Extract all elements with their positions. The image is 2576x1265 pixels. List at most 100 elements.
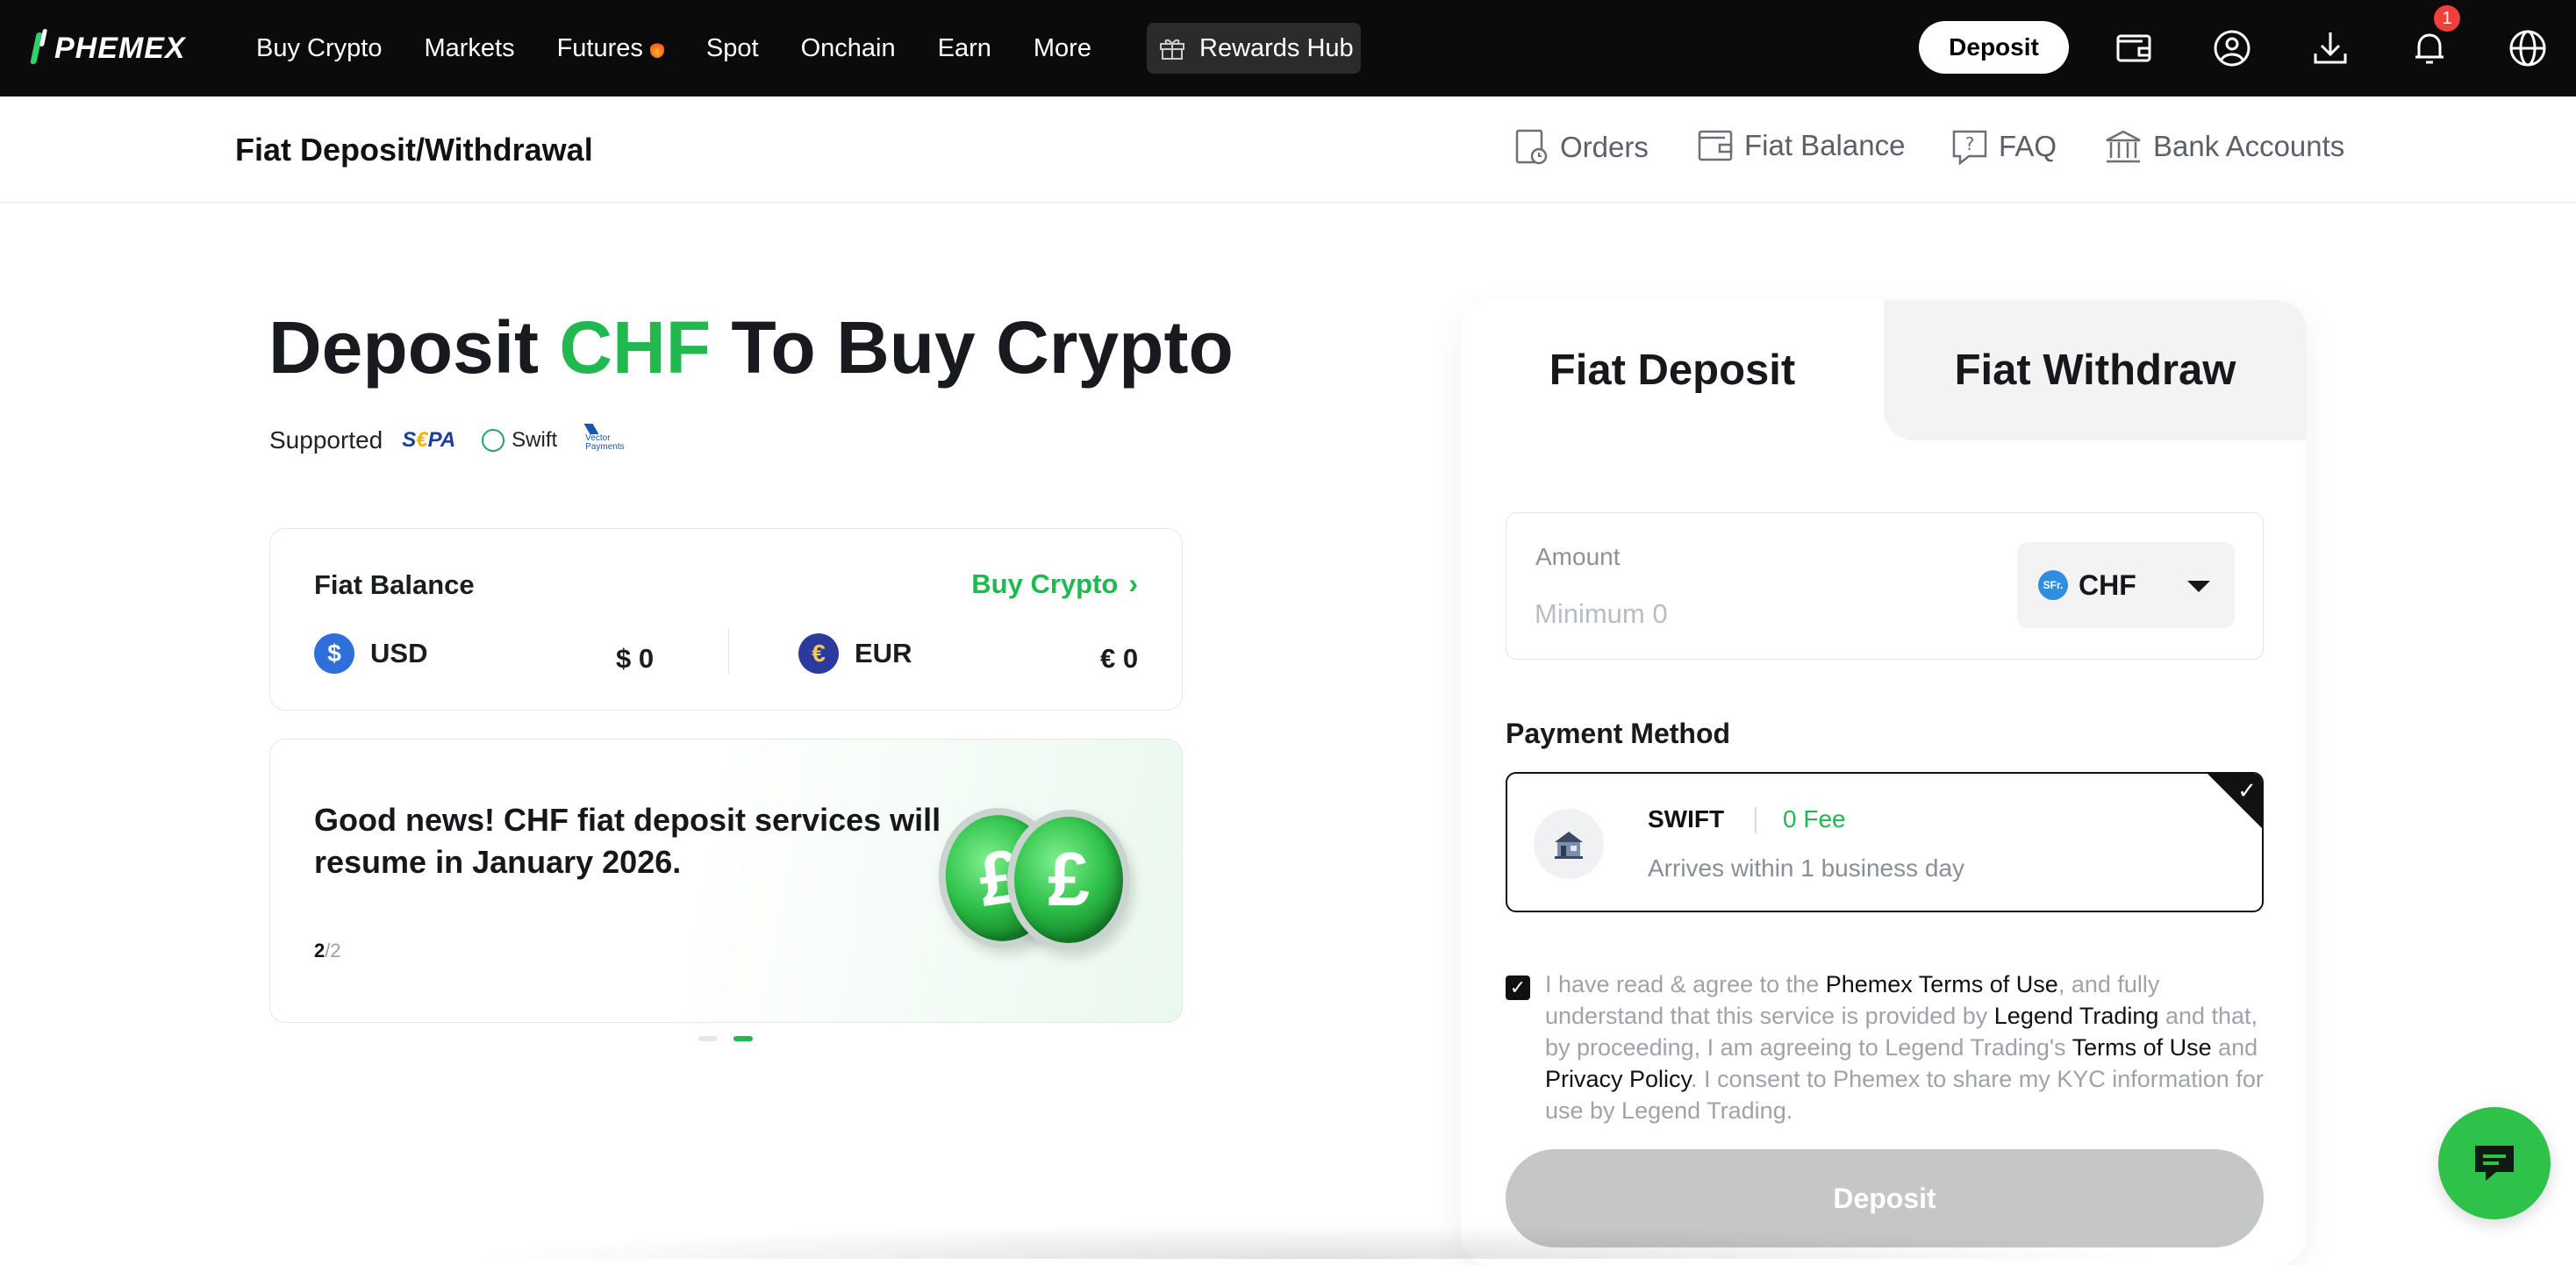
payment-name: SWIFT xyxy=(1648,805,1725,833)
orders-icon xyxy=(1515,129,1548,165)
faq-link[interactable]: ? FAQ xyxy=(1951,128,2057,165)
vector-payments-logo: Vector Payments xyxy=(585,429,624,452)
agreement-text-4: and xyxy=(2211,1034,2258,1061)
fiat-balance-label: Fiat Balance xyxy=(1744,129,1906,161)
nav-markets[interactable]: Markets xyxy=(424,34,514,63)
agreement-text-1: I have read & agree to the xyxy=(1545,971,1826,997)
eur-balance-row: € EUR xyxy=(798,632,912,675)
supported-label: Supported xyxy=(269,426,383,454)
phemex-logo-icon xyxy=(30,29,49,68)
nav-more[interactable]: More xyxy=(1034,34,1091,63)
user-icon[interactable] xyxy=(2211,27,2253,69)
eur-code: EUR xyxy=(855,638,912,668)
tab-fiat-withdraw[interactable]: Fiat Withdraw xyxy=(1884,300,2307,440)
hero-title-prefix: Deposit xyxy=(268,306,560,389)
notification-badge: 1 xyxy=(2434,5,2460,32)
bank-accounts-label: Bank Accounts xyxy=(2153,130,2345,162)
usd-balance-row: $ USD xyxy=(314,632,427,675)
privacy-policy-link[interactable]: Privacy Policy xyxy=(1545,1066,1691,1092)
orders-label: Orders xyxy=(1560,131,1649,163)
gift-icon xyxy=(1160,39,1184,60)
balance-divider xyxy=(728,629,729,675)
deposit-panel: Fiat Deposit Fiat Withdraw Amount SFr. C… xyxy=(1461,300,2307,1265)
promo-pagination: 2/2 xyxy=(314,940,341,962)
nav-buy-crypto[interactable]: Buy Crypto xyxy=(256,34,382,63)
hero-title-currency: CHF xyxy=(559,306,712,389)
phemex-terms-link[interactable]: Phemex Terms of Use xyxy=(1826,971,2058,997)
amount-label: Amount xyxy=(1535,543,1621,570)
wallet-icon xyxy=(1698,130,1733,161)
rewards-hub-button[interactable]: Rewards Hub xyxy=(1147,23,1361,74)
header-deposit-button[interactable]: Deposit xyxy=(1919,21,2069,74)
carousel-dot[interactable] xyxy=(698,1036,718,1041)
top-navigation: PHEMEX Buy Crypto Markets Futures Spot O… xyxy=(0,0,2576,96)
pound-coin-icon: £ xyxy=(1007,810,1130,950)
terms-of-use-link[interactable]: Terms of Use xyxy=(2072,1034,2212,1061)
fiat-balance-card: Fiat Balance Buy Crypto › $ USD $ 0 € EUR… xyxy=(269,528,1183,711)
usd-value: $ 0 xyxy=(616,643,655,674)
chf-icon: SFr. xyxy=(2038,570,2068,600)
amount-input[interactable] xyxy=(1535,594,1973,634)
svg-text:?: ? xyxy=(1965,133,1975,154)
fiat-balance-link[interactable]: Fiat Balance xyxy=(1697,128,1905,163)
phemex-logo[interactable]: PHEMEX xyxy=(30,26,186,70)
buy-crypto-label: Buy Crypto xyxy=(971,568,1119,599)
payment-option-swift[interactable]: ✓ SWIFT 0 Fee Arrives within 1 business … xyxy=(1506,772,2264,912)
nav-spot[interactable]: Spot xyxy=(706,34,759,63)
bell-icon[interactable] xyxy=(2408,27,2451,69)
orders-link[interactable]: Orders xyxy=(1514,128,1649,167)
payment-separator xyxy=(1755,807,1757,833)
bank-transfer-icon xyxy=(1534,809,1604,879)
bank-icon xyxy=(2106,130,2141,163)
currency-code: CHF xyxy=(2079,568,2136,601)
amount-field: Amount SFr. CHF xyxy=(1506,512,2264,660)
nav-onchain[interactable]: Onchain xyxy=(801,34,896,63)
wallet-icon[interactable] xyxy=(2113,27,2155,69)
buy-crypto-link[interactable]: Buy Crypto › xyxy=(971,568,1138,600)
swift-label: Swift xyxy=(512,428,558,452)
promo-banner[interactable]: Good news! CHF fiat deposit services wil… xyxy=(269,739,1183,1023)
payment-fee: 0 Fee xyxy=(1783,805,1846,833)
globe-icon[interactable] xyxy=(2507,27,2549,69)
agreement-text: I have read & agree to the Phemex Terms … xyxy=(1545,968,2273,1126)
fire-icon xyxy=(649,39,664,58)
promo-page-total: /2 xyxy=(325,940,341,961)
dollar-icon: $ xyxy=(314,633,354,674)
agree-checkbox[interactable]: ✓ xyxy=(1506,976,1530,1000)
currency-select[interactable]: SFr. CHF xyxy=(2017,542,2235,628)
supported-methods: Supported S€PA Swift Vector Payments xyxy=(269,426,625,454)
swift-logo: Swift xyxy=(482,428,557,453)
page-title: Fiat Deposit/Withdrawal xyxy=(235,132,593,168)
chevron-right-icon: › xyxy=(1128,568,1138,599)
check-icon: ✓ xyxy=(2237,777,2257,804)
carousel-dot-active[interactable] xyxy=(733,1036,753,1041)
usd-code: USD xyxy=(370,638,428,668)
rewards-hub-label: Rewards Hub xyxy=(1199,33,1354,62)
bottom-shadow xyxy=(456,1224,2176,1259)
promo-text: Good news! CHF fiat deposit services wil… xyxy=(314,802,941,880)
caret-down-icon xyxy=(2187,581,2210,592)
tab-fiat-deposit[interactable]: Fiat Deposit xyxy=(1461,300,1884,440)
euro-icon: € xyxy=(798,633,839,674)
faq-icon: ? xyxy=(1952,130,1987,165)
hero-title: Deposit CHF To Buy Crypto xyxy=(268,305,1234,390)
sepa-logo: S€PA xyxy=(402,428,456,452)
fiat-balance-title: Fiat Balance xyxy=(314,569,475,600)
payment-eta: Arrives within 1 business day xyxy=(1648,854,1965,882)
nav-futures-label: Futures xyxy=(556,33,643,62)
bank-accounts-link[interactable]: Bank Accounts xyxy=(2104,128,2344,165)
globe-icon xyxy=(482,429,505,452)
carousel-dots xyxy=(698,1036,769,1041)
eur-value: € 0 xyxy=(1100,643,1139,674)
legend-trading-link[interactable]: Legend Trading xyxy=(1994,1003,2159,1029)
nav-earn[interactable]: Earn xyxy=(938,34,991,63)
support-chat-button[interactable] xyxy=(2438,1107,2551,1219)
logo-text: PHEMEX xyxy=(54,31,186,65)
main-menu: Buy Crypto Markets Futures Spot Onchain … xyxy=(256,0,1134,96)
promo-page-current: 2 xyxy=(314,940,326,961)
nav-futures[interactable]: Futures xyxy=(557,34,664,63)
download-icon[interactable] xyxy=(2309,27,2351,69)
faq-label: FAQ xyxy=(1999,130,2057,162)
payment-method-title: Payment Method xyxy=(1506,718,1731,749)
chat-icon xyxy=(2475,1146,2514,1181)
